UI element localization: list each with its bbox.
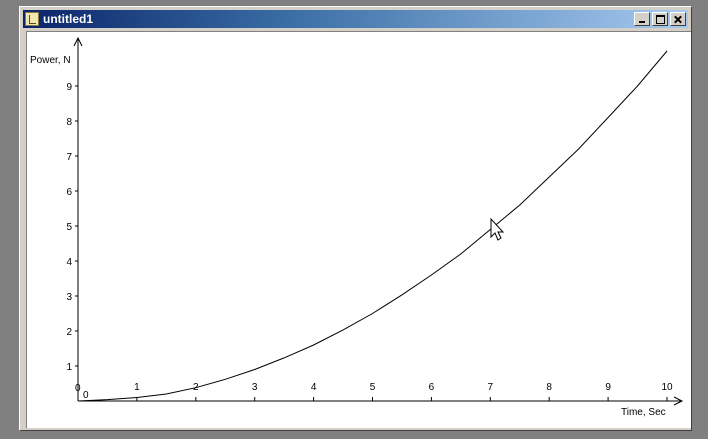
x-origin-label: 0 — [75, 383, 81, 394]
x-tick-label: 1 — [134, 382, 140, 393]
window-title: untitled1 — [43, 12, 93, 26]
y-tick-label: 1 — [66, 362, 72, 373]
app-icon[interactable] — [25, 12, 39, 26]
y-tick-label: 5 — [66, 222, 72, 233]
title-bar[interactable]: untitled1 — [23, 10, 688, 28]
x-tick-label: 9 — [605, 382, 611, 393]
y-tick-label: 2 — [66, 327, 72, 338]
y-tick-label: 6 — [66, 187, 72, 198]
axes — [73, 36, 684, 406]
x-axis-label: Time, Sec — [621, 407, 666, 418]
y-tick-label: 7 — [66, 152, 72, 163]
plot-area[interactable]: 1 2 3 4 5 6 7 8 9 10 123456789 Power, N Time, Sec… — [26, 31, 691, 428]
y-origin-label: 0 — [83, 390, 89, 401]
y-tick-label: 9 — [66, 82, 72, 93]
series-line — [77, 50, 668, 402]
x-ticks: 1 2 3 4 5 6 7 8 9 10 — [134, 382, 673, 401]
y-axis-label: Power, N — [30, 55, 71, 66]
line-chart[interactable]: 1 2 3 4 5 6 7 8 9 10 123456789 Power, N Time, Sec… — [27, 32, 690, 427]
x-tick-label: 5 — [370, 382, 376, 393]
maximize-button[interactable] — [652, 12, 668, 26]
app-window: untitled1 1 2 3 4 5 6 7 8 9 10 123456789 Power, N… — [19, 6, 692, 431]
x-tick-label: 10 — [661, 382, 673, 393]
y-tick-label: 4 — [66, 257, 72, 268]
y-tick-label: 3 — [66, 292, 72, 303]
y-tick-label: 8 — [66, 117, 72, 128]
x-tick-label: 6 — [429, 382, 435, 393]
mouse-cursor-icon — [490, 217, 505, 241]
minimize-button[interactable] — [634, 12, 650, 26]
x-tick-label: 8 — [546, 382, 552, 393]
close-button[interactable] — [670, 12, 686, 26]
x-tick-label: 4 — [311, 382, 317, 393]
series-layer — [77, 50, 668, 402]
y-ticks: 1 2 3 4 5 6 7 8 9 — [66, 82, 78, 373]
x-tick-label: 7 — [488, 382, 494, 393]
x-tick-label: 3 — [252, 382, 258, 393]
window-controls — [632, 12, 686, 26]
